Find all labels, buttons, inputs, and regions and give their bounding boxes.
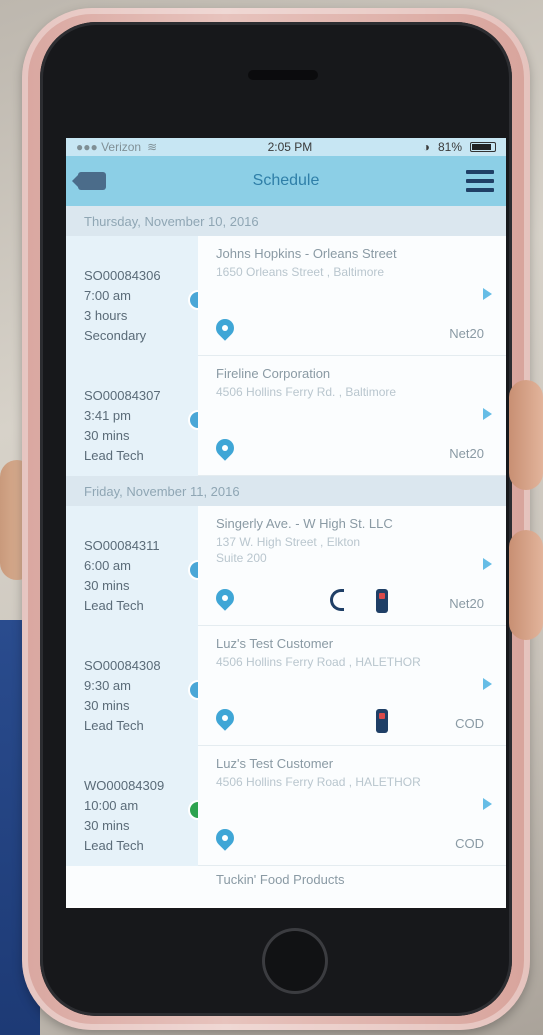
payment-terms: Net20 — [449, 326, 484, 341]
job-duration: 3 hours — [84, 308, 128, 323]
customer-name: Luz's Test Customer — [216, 636, 334, 651]
earpiece — [248, 70, 318, 80]
battery-percent: 81% — [437, 140, 462, 154]
customer-name: Luz's Test Customer — [216, 756, 334, 771]
home-button[interactable] — [262, 928, 328, 994]
schedule-row[interactable]: SO00084308 9:30 am 30 mins Lead Tech Luz… — [66, 626, 506, 746]
date-header: Thursday, November 10, 2016 — [66, 206, 506, 236]
job-role: Lead Tech — [84, 448, 144, 463]
customer-address: 4506 Hollins Ferry Road , HALETHOR — [216, 655, 421, 669]
order-number: WO00084309 — [84, 778, 165, 793]
customer-address: 4506 Hollins Ferry Rd. , Baltimore — [216, 385, 397, 399]
customer-address: 137 W. High Street , Elkton — [216, 535, 361, 549]
right-finger — [509, 530, 543, 640]
payment-terms: Net20 — [449, 446, 484, 461]
order-number: SO00084311 — [84, 538, 160, 553]
job-time: 10:00 am — [84, 798, 139, 813]
order-number: SO00084307 — [84, 388, 161, 403]
payment-terms: COD — [455, 716, 484, 731]
job-summary: SO00084308 9:30 am 30 mins Lead Tech — [66, 626, 208, 746]
job-summary: SO00084311 6:00 am 30 mins Lead Tech — [66, 506, 208, 626]
job-detail[interactable]: Fireline Corporation 4506 Hollins Ferry … — [198, 356, 506, 476]
map-pin-icon[interactable] — [216, 829, 234, 855]
schedule-row[interactable]: SO00084306 7:00 am 3 hours Secondary Joh… — [66, 236, 506, 356]
map-pin-icon[interactable] — [216, 439, 234, 465]
app-screen: ●●● Verizon ≋ 2:05 PM ◑ 81% Schedule Thu… — [66, 138, 506, 908]
job-detail[interactable]: Luz's Test Customer 4506 Hollins Ferry R… — [198, 626, 506, 746]
menu-button[interactable] — [466, 170, 494, 192]
work-order-icon[interactable] — [376, 589, 388, 613]
job-duration: 30 mins — [84, 578, 130, 593]
job-duration: 30 mins — [84, 698, 130, 713]
job-role: Lead Tech — [84, 718, 144, 733]
page-title: Schedule — [252, 172, 320, 189]
chevron-right-icon[interactable] — [483, 288, 492, 300]
chevron-right-icon[interactable] — [483, 798, 492, 810]
work-order-icon[interactable] — [376, 709, 388, 733]
chevron-right-icon[interactable] — [483, 558, 492, 570]
order-number: SO00084306 — [84, 268, 161, 283]
phone-call-icon[interactable] — [330, 589, 344, 611]
job-time: 6:00 am — [84, 558, 131, 573]
chevron-right-icon[interactable] — [483, 678, 492, 690]
status-time: 2:05 PM — [267, 140, 313, 154]
job-summary: WO00084309 10:00 am 30 mins Lead Tech — [66, 746, 208, 866]
map-pin-icon[interactable] — [216, 589, 234, 615]
schedule-row-partial[interactable]: Tuckin' Food Products — [66, 866, 506, 906]
customer-name: Fireline Corporation — [216, 366, 331, 381]
job-role: Lead Tech — [84, 838, 144, 853]
battery-icon — [470, 142, 496, 152]
job-summary: SO00084307 3:41 pm 30 mins Lead Tech — [66, 356, 208, 476]
back-button[interactable] — [72, 172, 106, 190]
wifi-icon: ≋ — [147, 140, 158, 154]
right-thumb — [509, 380, 543, 490]
date-header: Friday, November 11, 2016 — [66, 476, 506, 506]
job-time: 9:30 am — [84, 678, 131, 693]
status-bar: ●●● Verizon ≋ 2:05 PM ◑ 81% — [66, 138, 506, 156]
hamburger-icon — [466, 170, 494, 174]
customer-address-line2: Suite 200 — [216, 551, 267, 565]
job-time: 7:00 am — [84, 288, 131, 303]
job-role: Lead Tech — [84, 598, 144, 613]
job-summary: SO00084306 7:00 am 3 hours Secondary — [66, 236, 208, 356]
payment-terms: COD — [455, 836, 484, 851]
job-duration: 30 mins — [84, 818, 130, 833]
schedule-row[interactable]: SO00084311 6:00 am 30 mins Lead Tech Sin… — [66, 506, 506, 626]
customer-address: 1650 Orleans Street , Baltimore — [216, 265, 385, 279]
schedule-row[interactable]: WO00084309 10:00 am 30 mins Lead Tech Lu… — [66, 746, 506, 866]
payment-terms: Net20 — [449, 596, 484, 611]
job-detail[interactable]: Johns Hopkins - Orleans Street 1650 Orle… — [198, 236, 506, 356]
customer-address: 4506 Hollins Ferry Road , HALETHOR — [216, 775, 421, 789]
job-detail[interactable]: Singerly Ave. - W High St. LLC 137 W. Hi… — [198, 506, 506, 626]
order-number: SO00084308 — [84, 658, 161, 673]
customer-name: Johns Hopkins - Orleans Street — [216, 246, 397, 261]
job-duration: 30 mins — [84, 428, 130, 443]
carrier-label: ●●● Verizon — [76, 140, 142, 154]
map-pin-icon[interactable] — [216, 709, 234, 735]
job-time: 3:41 pm — [84, 408, 131, 423]
map-pin-icon[interactable] — [216, 319, 234, 345]
chevron-right-icon[interactable] — [483, 408, 492, 420]
schedule-row[interactable]: SO00084307 3:41 pm 30 mins Lead Tech Fir… — [66, 356, 506, 476]
rotation-lock-icon: ◑ — [422, 140, 430, 154]
job-detail[interactable]: Luz's Test Customer 4506 Hollins Ferry R… — [198, 746, 506, 866]
customer-name: Singerly Ave. - W High St. LLC — [216, 516, 393, 531]
job-role: Secondary — [84, 328, 147, 343]
nav-bar: Schedule — [66, 156, 506, 206]
